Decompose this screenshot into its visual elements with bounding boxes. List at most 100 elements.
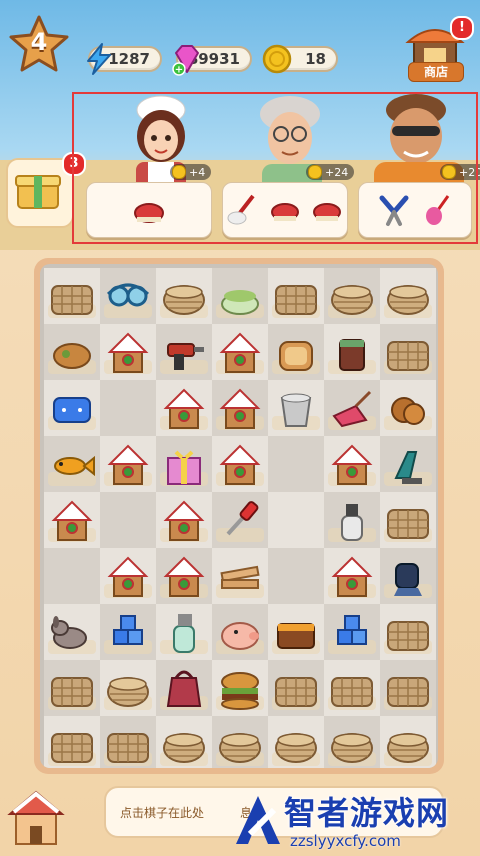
planks-icon[interactable] (214, 550, 266, 602)
round-basket-icon[interactable] (382, 718, 434, 768)
board-cell[interactable] (44, 548, 100, 604)
drill-icon[interactable] (158, 326, 210, 378)
board-cell[interactable] (324, 436, 380, 492)
energy-counter[interactable]: 1287 (87, 43, 162, 75)
board-cell[interactable] (268, 548, 324, 604)
basket-icon[interactable] (382, 606, 434, 658)
basket-icon[interactable] (382, 662, 434, 714)
board-cell[interactable] (100, 604, 156, 660)
blue-blocks-icon[interactable] (102, 606, 154, 658)
board-cell[interactable] (212, 380, 268, 436)
basket-icon[interactable] (102, 718, 154, 768)
board-cell[interactable] (156, 268, 212, 324)
blue-blocks-icon[interactable] (326, 606, 378, 658)
board-cell[interactable] (44, 436, 100, 492)
board-cell[interactable] (156, 324, 212, 380)
gingerbread-house-icon[interactable] (102, 550, 154, 602)
round-basket-icon[interactable] (270, 718, 322, 768)
board-cell[interactable] (156, 380, 212, 436)
board-cell[interactable] (212, 548, 268, 604)
backpack-icon[interactable] (158, 662, 210, 714)
board-cell[interactable] (100, 324, 156, 380)
board-cell[interactable] (44, 492, 100, 548)
watering-tool-icon[interactable] (382, 438, 434, 490)
board-cell[interactable] (156, 660, 212, 716)
basket-icon[interactable] (270, 662, 322, 714)
board-cell[interactable] (268, 716, 324, 768)
basket-icon[interactable] (326, 662, 378, 714)
basket-icon[interactable] (46, 662, 98, 714)
basket-icon[interactable] (46, 270, 98, 322)
round-basket-icon[interactable] (382, 270, 434, 322)
board-cell[interactable] (212, 660, 268, 716)
board-cell[interactable] (324, 380, 380, 436)
gingerbread-house-icon[interactable] (46, 494, 98, 546)
board-cell[interactable] (380, 324, 436, 380)
gingerbread-house-icon[interactable] (214, 382, 266, 434)
board-cell[interactable] (268, 324, 324, 380)
board-cell[interactable] (156, 716, 212, 768)
round-basket-icon[interactable] (326, 270, 378, 322)
round-basket-icon[interactable] (326, 718, 378, 768)
round-basket-icon[interactable] (158, 270, 210, 322)
storage-box-button[interactable]: 3 (6, 152, 86, 228)
board-cell[interactable] (44, 324, 100, 380)
board-cell[interactable] (156, 436, 212, 492)
board-cell[interactable] (380, 380, 436, 436)
vacuum-icon[interactable] (382, 550, 434, 602)
level-badge[interactable]: 4 (8, 14, 70, 76)
board-cell[interactable] (324, 268, 380, 324)
board-cell[interactable] (268, 436, 324, 492)
dustpan-icon[interactable] (326, 382, 378, 434)
board-cell[interactable] (100, 436, 156, 492)
board-cell[interactable] (380, 604, 436, 660)
gingerbread-house-icon[interactable] (158, 494, 210, 546)
home-button[interactable] (4, 784, 68, 852)
board-cell[interactable] (380, 436, 436, 492)
basket-icon[interactable] (382, 494, 434, 546)
board-cell[interactable] (380, 660, 436, 716)
jam-jar-icon[interactable] (326, 326, 378, 378)
cookies-icon[interactable] (382, 382, 434, 434)
board-cell[interactable] (100, 548, 156, 604)
gingerbread-house-icon[interactable] (102, 438, 154, 490)
gingerbread-house-icon[interactable] (214, 438, 266, 490)
board-cell[interactable] (212, 268, 268, 324)
order-card-3[interactable] (358, 182, 472, 238)
round-basket-icon[interactable] (214, 718, 266, 768)
board-cell[interactable] (268, 268, 324, 324)
board-cell[interactable] (324, 548, 380, 604)
board-cell[interactable] (100, 660, 156, 716)
gingerbread-house-icon[interactable] (326, 438, 378, 490)
gem-counter[interactable]: + 89931 (172, 45, 252, 76)
blue-bag-icon[interactable] (46, 382, 98, 434)
board-cell[interactable] (380, 716, 436, 768)
board-cell[interactable] (44, 660, 100, 716)
board-cell[interactable] (100, 492, 156, 548)
bucket-icon[interactable] (270, 382, 322, 434)
board-cell[interactable] (268, 604, 324, 660)
board-cell[interactable] (380, 268, 436, 324)
toast-icon[interactable] (270, 326, 322, 378)
coin-counter[interactable]: 18 (262, 44, 338, 74)
board-cell[interactable] (212, 436, 268, 492)
board-cell[interactable] (100, 380, 156, 436)
basket-icon[interactable] (382, 326, 434, 378)
round-basket-icon[interactable] (158, 718, 210, 768)
gingerbread-house-icon[interactable] (102, 326, 154, 378)
board-cell[interactable] (380, 548, 436, 604)
basket-icon[interactable] (46, 718, 98, 768)
dog-icon[interactable] (46, 606, 98, 658)
basket-icon[interactable] (270, 270, 322, 322)
order-card-1[interactable] (86, 182, 212, 238)
order-card-2[interactable] (222, 182, 348, 238)
wallet-icon[interactable] (270, 606, 322, 658)
gingerbread-house-icon[interactable] (158, 550, 210, 602)
board-cell[interactable] (44, 716, 100, 768)
board-cell[interactable] (212, 324, 268, 380)
spray-bottle-icon[interactable] (158, 606, 210, 658)
round-basket-icon[interactable] (102, 662, 154, 714)
board-cell[interactable] (324, 604, 380, 660)
board-cell[interactable] (324, 660, 380, 716)
board-cell[interactable] (156, 548, 212, 604)
